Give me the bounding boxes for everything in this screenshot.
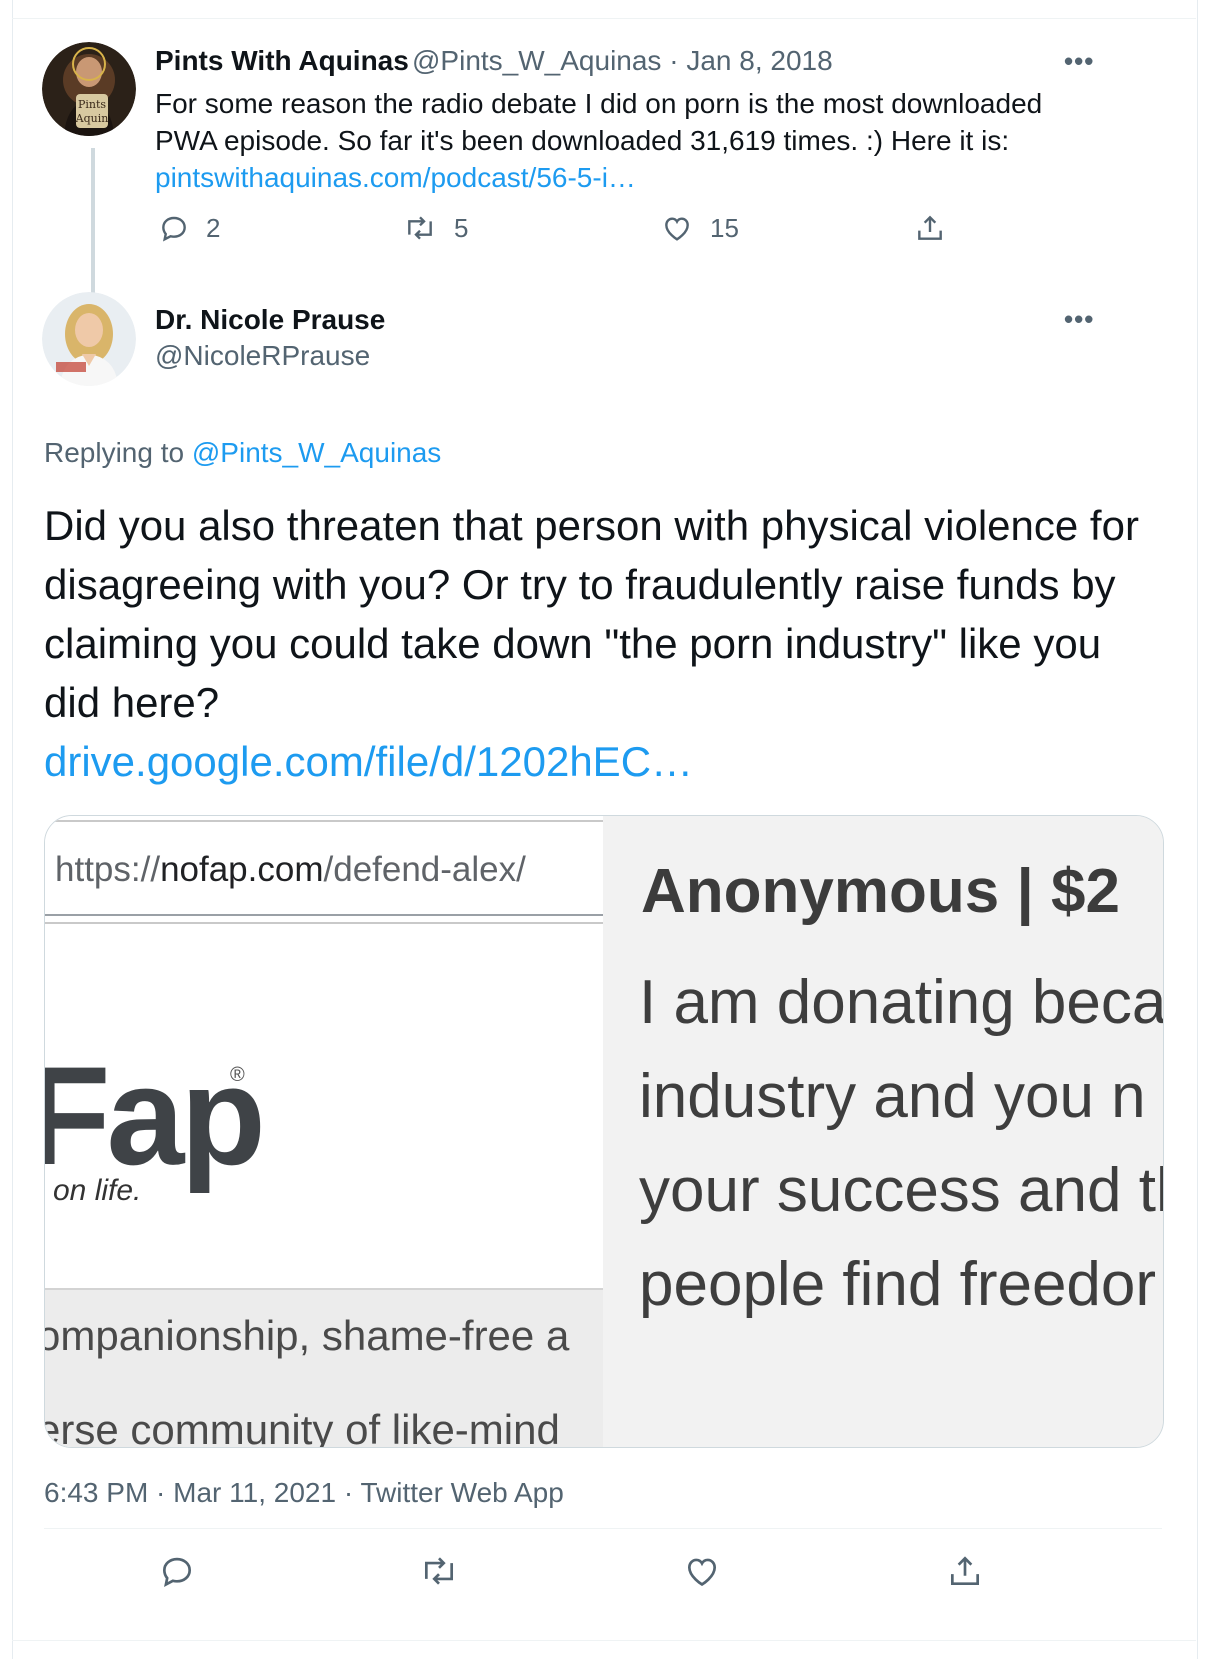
community-text-band: ompanionship, shame-free a erse communit… [45, 1288, 603, 1447]
main-share-button[interactable] [946, 1552, 984, 1590]
band-line-1: ompanionship, shame-free a [45, 1312, 570, 1359]
card-left-panel: https://nofap.com/defend-alex/ Fap ® on … [45, 816, 603, 1447]
retweet-count: 5 [454, 212, 469, 243]
card-right-panel: Anonymous | $2 I am donating beca indust… [607, 816, 1163, 1447]
avatar-nicole-prause[interactable] [42, 292, 136, 386]
url-text: https://nofap.com/defend-alex/ [55, 850, 526, 889]
url-divider [45, 922, 603, 924]
donor-line: I am donating beca [639, 968, 1163, 1037]
reply-icon [158, 212, 190, 244]
donor-message: I am donating beca industry and you n yo… [639, 956, 1163, 1332]
attached-image-card[interactable]: https://nofap.com/defend-alex/ Fap ® on … [44, 815, 1164, 1448]
like-count: 15 [710, 212, 739, 243]
top-divider [12, 18, 1196, 19]
parent-tweet-text: For some reason the radio debate I did o… [155, 88, 1043, 156]
logo-tagline: on life. [53, 1174, 142, 1207]
parent-handle[interactable]: @Pints_W_Aquinas [412, 45, 661, 76]
parent-like-button[interactable]: 15 [660, 212, 739, 244]
donor-line: your success and th [639, 1156, 1163, 1225]
main-reply-button[interactable] [158, 1552, 196, 1590]
donor-header: Anonymous | $2 [641, 857, 1120, 926]
main-tweet-link[interactable]: drive.google.com/file/d/1202hEC… [44, 738, 693, 785]
like-icon [682, 1552, 722, 1590]
replying-handle-link[interactable]: @Pints_W_Aquinas [192, 437, 441, 468]
parent-date[interactable]: Jan 8, 2018 [686, 45, 832, 76]
svg-text:Aquin: Aquin [75, 112, 109, 125]
main-like-button[interactable] [682, 1552, 722, 1590]
share-icon [946, 1552, 984, 1590]
main-tweet-timestamp[interactable]: 6:43 PM · Mar 11, 2021 · Twitter Web App [44, 1477, 564, 1509]
retweet-icon [418, 1552, 460, 1590]
svg-text:Pints: Pints [78, 98, 106, 111]
parent-retweet-button[interactable]: 5 [402, 212, 468, 244]
avatar-pints-with-aquinas[interactable]: Pints Aquin [42, 42, 136, 136]
parent-display-name[interactable]: Pints With Aquinas [155, 45, 409, 77]
main-more-icon[interactable]: ••• [1064, 304, 1094, 335]
main-tweet-body: Did you also threaten that person with p… [44, 496, 1154, 791]
thread-connector-line [91, 148, 95, 300]
reply-count: 2 [206, 212, 221, 243]
main-tweet-text: Did you also threaten that person with p… [44, 502, 1139, 726]
replying-prefix: Replying to [44, 437, 185, 468]
parent-meta: @Pints_W_Aquinas · Jan 8, 2018 [412, 45, 833, 77]
parent-tweet-link[interactable]: pintswithaquinas.com/podcast/56-5-i… [155, 159, 636, 196]
parent-more-icon[interactable]: ••• [1064, 46, 1094, 77]
timestamp-divider [44, 1528, 1162, 1529]
share-icon [914, 212, 946, 244]
retweet-icon [402, 212, 438, 244]
donor-line: industry and you n [639, 1062, 1146, 1131]
band-line-2: erse community of like-mind [45, 1406, 560, 1447]
registered-mark: ® [230, 1064, 245, 1086]
meta-separator: · [669, 45, 679, 76]
parent-share-button[interactable] [914, 212, 946, 244]
main-handle[interactable]: @NicoleRPrause [155, 340, 370, 372]
bottom-divider [12, 1640, 1196, 1641]
main-display-name[interactable]: Dr. Nicole Prause [155, 304, 385, 336]
replying-to: Replying to @Pints_W_Aquinas [44, 437, 441, 469]
browser-url-bar: https://nofap.com/defend-alex/ [45, 820, 603, 916]
donor-line: people find freedor [639, 1250, 1157, 1319]
main-retweet-button[interactable] [418, 1552, 460, 1590]
parent-reply-button[interactable]: 2 [158, 212, 220, 244]
like-icon [660, 212, 694, 244]
reply-icon [158, 1552, 196, 1590]
